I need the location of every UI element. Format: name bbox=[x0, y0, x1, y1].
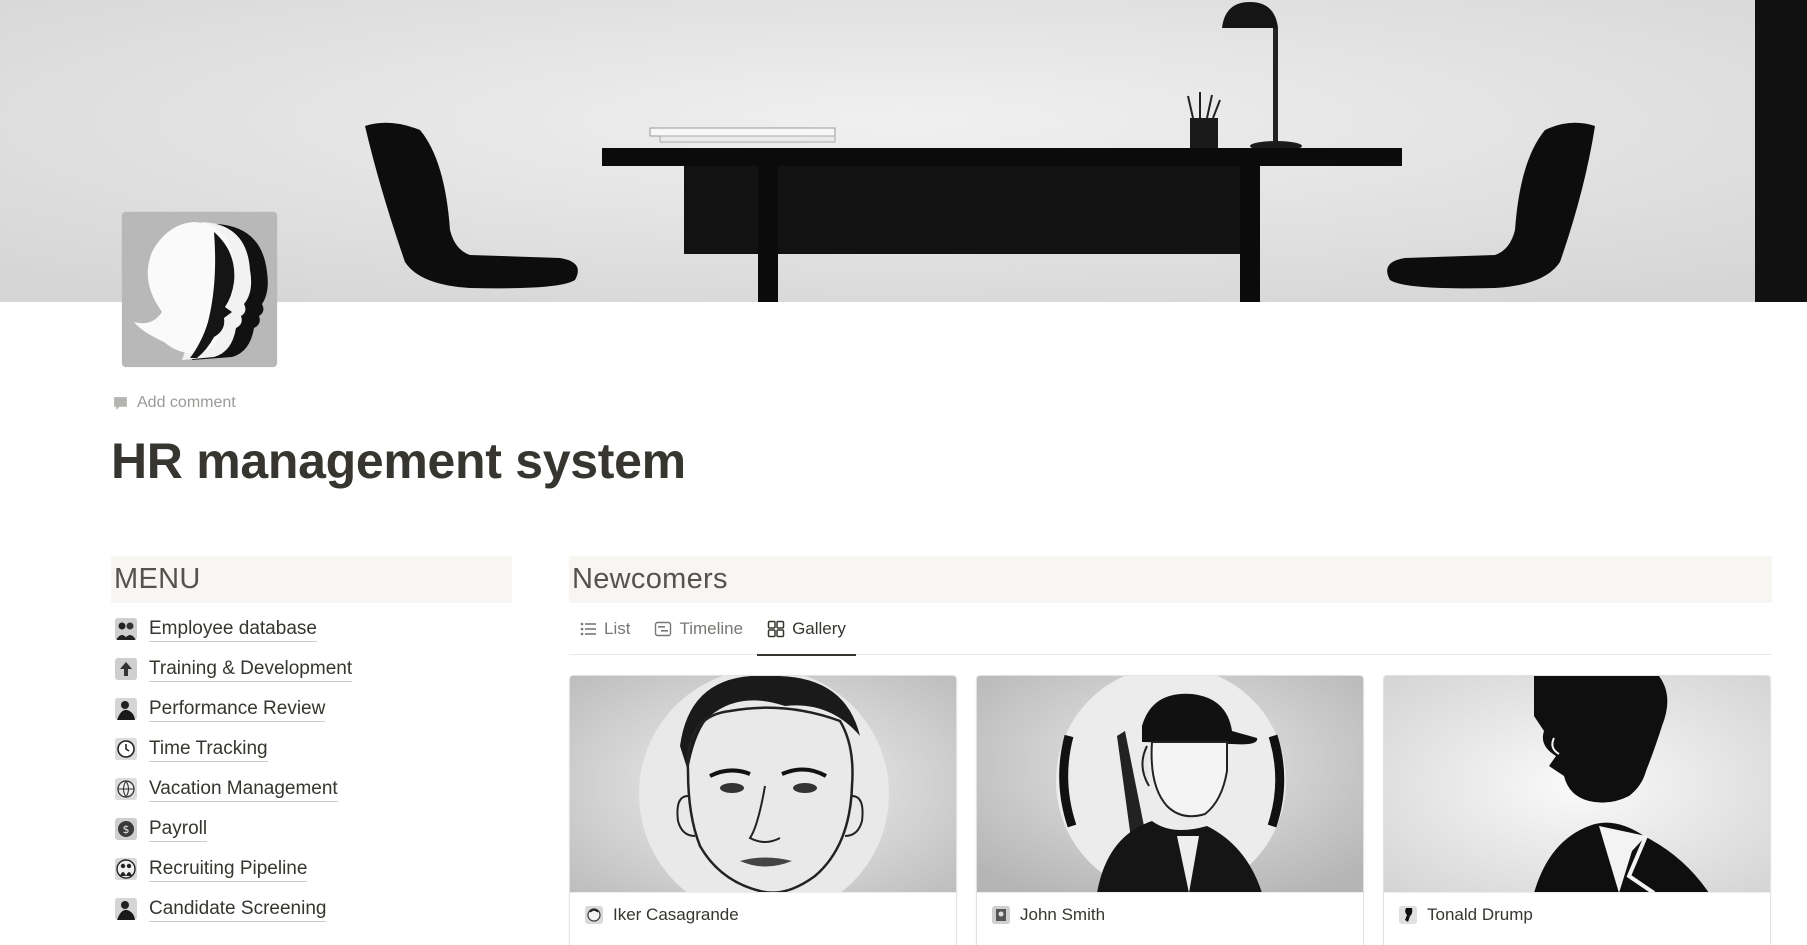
gallery-card[interactable]: Tonald Drump bbox=[1383, 675, 1771, 945]
avatar-icon bbox=[1399, 906, 1417, 924]
menu-item-time-tracking[interactable]: Time Tracking bbox=[111, 729, 512, 769]
tab-gallery[interactable]: Gallery bbox=[757, 612, 856, 656]
person-icon bbox=[115, 698, 137, 720]
tab-timeline[interactable]: Timeline bbox=[644, 612, 753, 646]
view-tabs: List Timeline Gallery bbox=[569, 603, 1772, 656]
tab-label: Timeline bbox=[679, 618, 744, 638]
menu-item-employee-database[interactable]: Employee database bbox=[111, 609, 512, 649]
tab-label: Gallery bbox=[792, 618, 846, 638]
gallery-icon bbox=[767, 620, 785, 637]
menu-item-performance-review[interactable]: Performance Review bbox=[111, 689, 512, 729]
menu-item-vacation-management[interactable]: Vacation Management bbox=[111, 769, 512, 809]
arrow-up-icon bbox=[115, 658, 137, 680]
card-title: Tonald Drump bbox=[1384, 893, 1770, 937]
avatar-icon bbox=[585, 906, 603, 924]
menu-item-recruiting-pipeline[interactable]: Recruiting Pipeline bbox=[111, 849, 512, 889]
menu-heading: MENU bbox=[111, 556, 512, 603]
card-cover-image bbox=[570, 676, 956, 893]
add-comment-label: Add comment bbox=[137, 394, 236, 411]
menu-item-payroll[interactable]: $ Payroll bbox=[111, 809, 512, 849]
menu-item-candidate-screening[interactable]: Candidate Screening bbox=[111, 889, 512, 929]
menu-list: Employee database Training & Development… bbox=[111, 609, 512, 929]
comment-icon bbox=[114, 396, 127, 410]
card-title: John Smith bbox=[977, 893, 1363, 937]
menu-item-label: Employee database bbox=[149, 617, 317, 642]
menu-item-label: Vacation Management bbox=[149, 777, 338, 802]
card-name: Tonald Drump bbox=[1427, 905, 1533, 924]
card-cover-image bbox=[1384, 676, 1770, 893]
gallery-card[interactable]: Iker Casagrande bbox=[569, 675, 957, 945]
menu-item-label: Time Tracking bbox=[149, 737, 268, 762]
newcomers-section: Newcomers List Timeline Gallery Iker Cas… bbox=[569, 556, 1772, 945]
add-comment-button[interactable]: Add comment bbox=[112, 394, 236, 412]
dollar-coin-icon: $ bbox=[115, 818, 137, 840]
gallery: Iker Casagrande John Smith Tonald Drump bbox=[569, 675, 1772, 945]
clock-icon bbox=[115, 738, 137, 760]
menu-item-label: Training & Development bbox=[149, 657, 353, 682]
menu-item-label: Performance Review bbox=[149, 697, 326, 722]
list-icon bbox=[580, 622, 596, 635]
timeline-icon bbox=[655, 621, 672, 636]
menu-item-label: Payroll bbox=[149, 817, 208, 842]
menu-section: MENU Employee database Training & Develo… bbox=[111, 556, 512, 929]
menu-item-label: Recruiting Pipeline bbox=[149, 857, 308, 882]
card-cover-image bbox=[977, 676, 1363, 893]
globe-icon bbox=[115, 778, 137, 800]
menu-item-label: Candidate Screening bbox=[149, 897, 327, 922]
newcomers-heading: Newcomers bbox=[569, 556, 1772, 603]
tab-label: List bbox=[604, 618, 631, 638]
avatar-icon bbox=[992, 906, 1010, 924]
card-name: John Smith bbox=[1020, 905, 1106, 924]
tab-list[interactable]: List bbox=[569, 612, 640, 646]
svg-text:$: $ bbox=[123, 823, 130, 836]
people-icon bbox=[115, 618, 137, 640]
card-title: Iker Casagrande bbox=[570, 893, 956, 937]
person-icon bbox=[115, 898, 137, 920]
silhouette-heads-icon[interactable] bbox=[122, 212, 277, 367]
group-icon bbox=[115, 858, 137, 880]
page-title: HR management system bbox=[111, 433, 686, 489]
gallery-card[interactable]: John Smith bbox=[976, 675, 1364, 945]
card-name: Iker Casagrande bbox=[613, 905, 739, 924]
menu-item-training-development[interactable]: Training & Development bbox=[111, 649, 512, 689]
